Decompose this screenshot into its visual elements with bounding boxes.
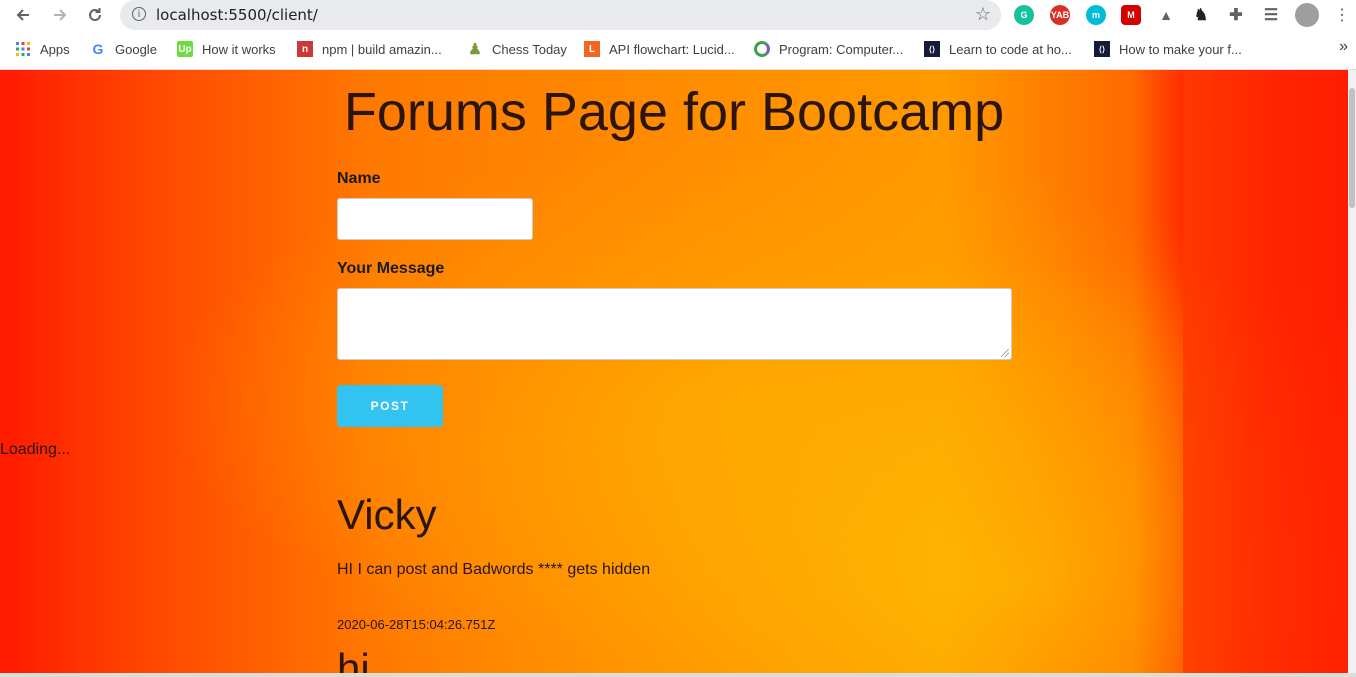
- bookmark-label: npm | build amazin...: [322, 41, 442, 57]
- bookmark-label: How to make your f...: [1119, 41, 1242, 57]
- forum-post: hi: [337, 645, 370, 673]
- bookmark-label: Apps: [40, 41, 70, 57]
- post-message: HI I can post and Badwords **** gets hid…: [337, 561, 651, 578]
- bookmark-apps[interactable]: Apps: [15, 40, 70, 58]
- chart-extension-icon[interactable]: ▲: [1156, 5, 1176, 25]
- post-button[interactable]: POST: [337, 385, 443, 427]
- bookmark-label: API flowchart: Lucid...: [609, 41, 735, 57]
- bookmark-learn-to-code[interactable]: ⟨⟩ Learn to code at ho...: [924, 40, 1072, 58]
- bookmark-label: Learn to code at ho...: [949, 41, 1072, 57]
- bookmark-label: Chess Today: [492, 41, 567, 57]
- page-viewport: Forums Page for Bootcamp Name Your Messa…: [0, 70, 1348, 673]
- program-ring-icon: [754, 41, 770, 57]
- bookmarks-bar: Apps G Google Up How it works n npm | bu…: [0, 30, 1356, 70]
- forum-post: Vicky HI I can post and Badwords **** ge…: [337, 491, 650, 632]
- post-author: Vicky: [337, 491, 437, 538]
- vertical-scrollbar[interactable]: [1348, 70, 1356, 673]
- codecademy-icon: ⟨⟩: [924, 41, 940, 57]
- loading-text: Loading...: [0, 441, 71, 458]
- bookmark-lucid[interactable]: L API flowchart: Lucid...: [584, 40, 735, 58]
- bookmark-label: Program: Computer...: [779, 41, 904, 57]
- name-label: Name: [337, 170, 381, 187]
- chess-knight-icon[interactable]: ♞: [1191, 5, 1211, 25]
- bookmark-star-icon[interactable]: ☆: [975, 4, 991, 25]
- url-text[interactable]: localhost:5500/client/: [156, 6, 318, 24]
- extensions-puzzle-icon[interactable]: ✚: [1226, 5, 1246, 25]
- address-bar[interactable]: i localhost:5500/client/ ☆: [120, 0, 1001, 30]
- codecademy-icon: ⟨⟩: [1094, 41, 1110, 57]
- info-icon[interactable]: i: [132, 7, 146, 21]
- scrollbar-thumb[interactable]: [1349, 88, 1355, 208]
- apps-grid-icon: [15, 41, 31, 57]
- upwork-icon: Up: [177, 41, 193, 57]
- post-author: hi: [337, 645, 370, 673]
- message-textarea[interactable]: [337, 288, 1012, 360]
- grammarly-icon[interactable]: G: [1014, 5, 1034, 25]
- name-input[interactable]: [337, 198, 533, 240]
- chess-pawn-icon: ♟: [468, 41, 482, 58]
- media-queue-icon[interactable]: ☰: [1261, 5, 1281, 25]
- bookmark-program[interactable]: Program: Computer...: [754, 40, 903, 58]
- page-title: Forums Page for Bootcamp: [343, 82, 1005, 142]
- bookmark-label: Google: [115, 41, 157, 57]
- google-icon: G: [92, 41, 104, 57]
- lucid-icon: L: [584, 41, 600, 57]
- mega-icon[interactable]: M: [1121, 5, 1141, 25]
- bookmark-google[interactable]: G Google: [90, 40, 157, 58]
- bookmark-chess-today[interactable]: ♟ Chess Today: [467, 40, 567, 58]
- profile-avatar[interactable]: [1295, 3, 1319, 27]
- npm-icon: n: [297, 41, 313, 57]
- more-menu-icon[interactable]: ⋮: [1330, 3, 1354, 27]
- bookmark-label: How it works: [202, 41, 276, 57]
- bookmark-how-it-works[interactable]: Up How it works: [177, 40, 276, 58]
- browser-toolbar: i localhost:5500/client/ ☆ G YAB m M ▲ ♞…: [0, 0, 1356, 30]
- m-extension-icon[interactable]: m: [1086, 5, 1106, 25]
- back-arrow-icon[interactable]: [11, 3, 35, 27]
- post-timestamp: 2020-06-28T15:04:26.751Z: [337, 617, 496, 632]
- forward-arrow-icon[interactable]: [48, 3, 72, 27]
- bookmarks-overflow-icon[interactable]: »: [1339, 38, 1348, 56]
- horizontal-scrollbar[interactable]: [0, 673, 1356, 677]
- yab-extension-icon[interactable]: YAB: [1050, 5, 1070, 25]
- reload-icon[interactable]: [83, 3, 107, 27]
- bookmark-how-to-make[interactable]: ⟨⟩ How to make your f...: [1094, 40, 1242, 58]
- message-label: Your Message: [337, 260, 445, 277]
- bookmark-npm[interactable]: n npm | build amazin...: [297, 40, 442, 58]
